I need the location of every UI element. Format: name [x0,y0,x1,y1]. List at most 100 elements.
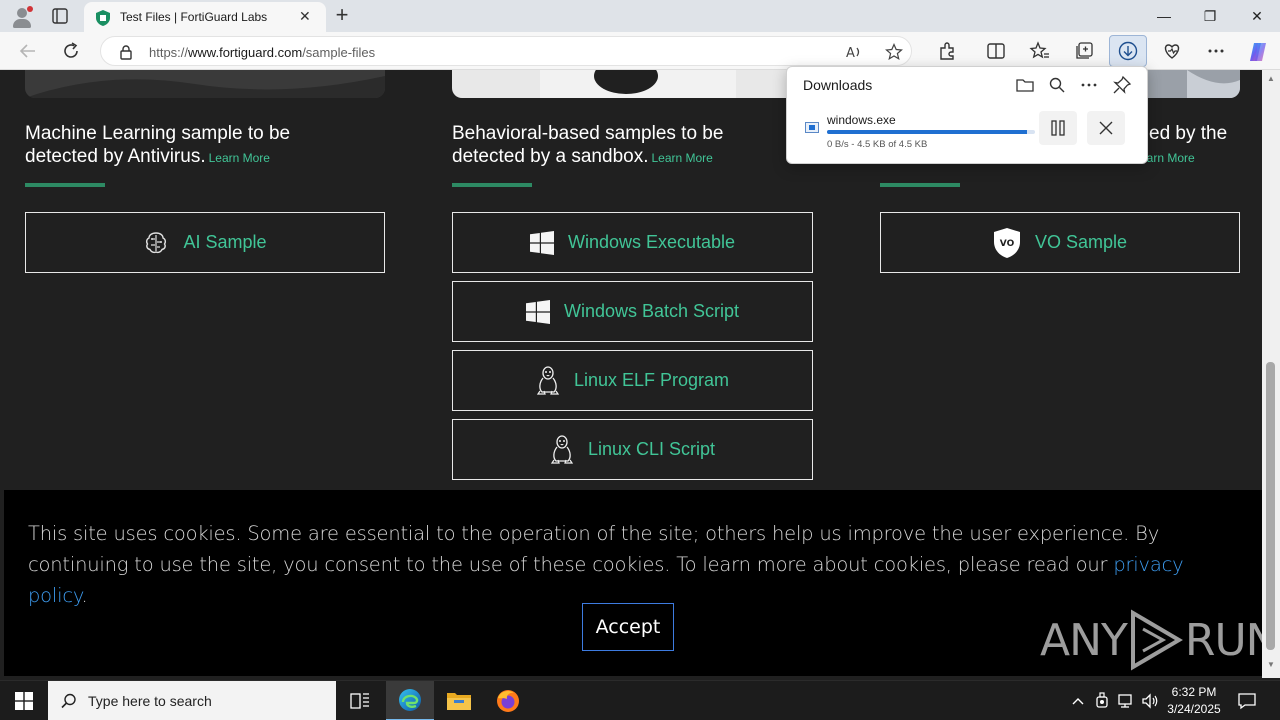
svg-text:A: A [846,46,855,61]
download-icon [1118,41,1138,66]
search-placeholder: Type here to search [88,693,212,709]
linux-cli-script-label: Linux CLI Script [587,439,716,459]
linux-tux-icon [550,434,574,464]
collections-icon[interactable] [1073,40,1095,62]
sandbox-image [452,70,792,98]
windows-batch-script-button[interactable]: Windows Batch Script [452,281,813,342]
notifications-icon[interactable] [1237,691,1257,716]
url-text[interactable]: https://www.fortiguard.com/sample-files [149,45,375,60]
fortiguard-favicon-icon [96,10,110,31]
scroll-up-icon[interactable]: ▲ [1267,74,1275,83]
tray-overflow-icon[interactable] [1070,693,1086,714]
learn-more-link-sandbox[interactable]: Learn More [651,151,712,165]
linux-elf-program-label: Linux ELF Program [573,370,730,390]
task-view-icon [350,693,369,709]
folder-icon [447,693,471,710]
download-progress-fill [827,130,1027,134]
new-tab-icon[interactable]: + [332,4,352,26]
search-downloads-icon[interactable] [1047,75,1067,95]
cookie-banner: This site uses cookies. Some are essenti… [4,490,1262,676]
section-title-vo: ed by the [1149,123,1228,144]
restore-button[interactable]: ❐ [1187,0,1233,32]
ml-image [25,70,385,98]
firefox-icon [497,690,519,712]
clock-time: 6:32 PM [1171,685,1217,699]
brain-icon [146,231,167,253]
learn-more-link-ml[interactable]: Learn More [209,151,270,165]
taskbar-firefox[interactable] [484,681,532,720]
browser-toolbar: https://www.fortiguard.com/sample-files … [0,32,1280,70]
close-icon [1099,121,1113,135]
section-divider [880,183,960,187]
pin-icon[interactable] [1112,75,1132,95]
downloads-button[interactable] [1109,35,1147,67]
ai-sample-label: AI Sample [183,232,267,252]
minimize-button[interactable]: — [1141,0,1187,32]
tab-actions-icon[interactable] [50,6,70,26]
tab-active[interactable]: Test Files | FortiGuard Labs ✕ [84,2,326,32]
edge-icon [399,689,421,711]
vo-sample-button[interactable]: VO VO Sample [880,212,1240,273]
downloads-panel: Downloads windows.exe 0 B/s - 4.5 KB of … [786,66,1148,164]
cookie-message: This site uses cookies. Some are essenti… [28,522,1184,607]
lock-icon[interactable] [119,44,133,65]
section-divider [25,183,105,187]
search-icon [60,692,78,715]
cancel-download-button[interactable] [1087,111,1125,145]
windows-start-icon [15,692,33,710]
learn-more-link-vo[interactable]: earn More [1140,151,1195,165]
downloads-header: Downloads [803,77,873,93]
vo-image [1147,70,1240,98]
taskbar-edge[interactable] [386,681,434,720]
windows-executable-label: Windows Executable [567,232,736,252]
refresh-icon[interactable] [60,40,82,62]
network-icon[interactable] [1117,692,1135,715]
download-filename[interactable]: windows.exe [827,113,896,127]
usb-device-icon[interactable] [1094,692,1110,715]
taskbar: Type here to search 6:32 PM 3/24/2025 [0,680,1280,720]
split-screen-icon[interactable] [985,40,1007,62]
extensions-icon[interactable] [936,40,958,62]
pause-download-button[interactable] [1039,111,1077,145]
page-scrollbar[interactable]: ▲ ▼ [1262,70,1280,678]
accept-cookies-button[interactable]: Accept [582,603,674,651]
scroll-down-icon[interactable]: ▼ [1267,660,1275,669]
windows-logo-icon [525,299,550,324]
anyrun-watermark: ANY RUN [1040,609,1262,671]
volume-icon[interactable] [1141,692,1159,715]
linux-tux-icon [536,365,560,395]
copilot-icon[interactable] [1246,40,1268,62]
taskbar-clock[interactable]: 6:32 PM 3/24/2025 [1162,684,1226,718]
open-folder-icon[interactable] [1015,75,1035,95]
taskbar-file-explorer[interactable] [435,681,483,720]
more-options-icon[interactable] [1205,40,1227,62]
windows-logo-icon [529,230,554,255]
back-icon[interactable] [17,40,39,62]
read-aloud-icon[interactable]: A [845,43,863,66]
browser-essentials-icon[interactable] [1161,40,1183,62]
clock-date: 3/24/2025 [1167,702,1221,716]
start-button[interactable] [0,681,48,720]
tab-title: Test Files | FortiGuard Labs [120,10,268,24]
download-status: 0 B/s - 4.5 KB of 4.5 KB [827,139,928,150]
windows-executable-button[interactable]: Windows Executable [452,212,813,273]
linux-cli-script-button[interactable]: Linux CLI Script [452,419,813,480]
vo-shield-icon: VO [993,227,1020,258]
ai-sample-button[interactable]: AI Sample [25,212,385,273]
linux-elf-program-button[interactable]: Linux ELF Program [452,350,813,411]
favorites-icon[interactable] [1029,40,1051,62]
section-divider [452,183,532,187]
profile-icon[interactable] [10,5,34,29]
scrollbar-thumb[interactable] [1266,362,1275,650]
task-view-button[interactable] [336,681,384,720]
play-logo-icon [1130,609,1183,671]
close-window-button[interactable]: ✕ [1234,0,1280,32]
more-options-icon[interactable] [1079,75,1099,95]
exe-file-icon [805,122,819,133]
taskbar-search-box[interactable]: Type here to search [48,681,336,720]
download-progress-bar [827,130,1035,134]
svg-text:VO: VO [1000,239,1015,249]
address-bar[interactable]: https://www.fortiguard.com/sample-files … [100,36,912,66]
tab-close-icon[interactable]: ✕ [299,9,311,23]
favorite-star-icon[interactable] [885,43,903,66]
